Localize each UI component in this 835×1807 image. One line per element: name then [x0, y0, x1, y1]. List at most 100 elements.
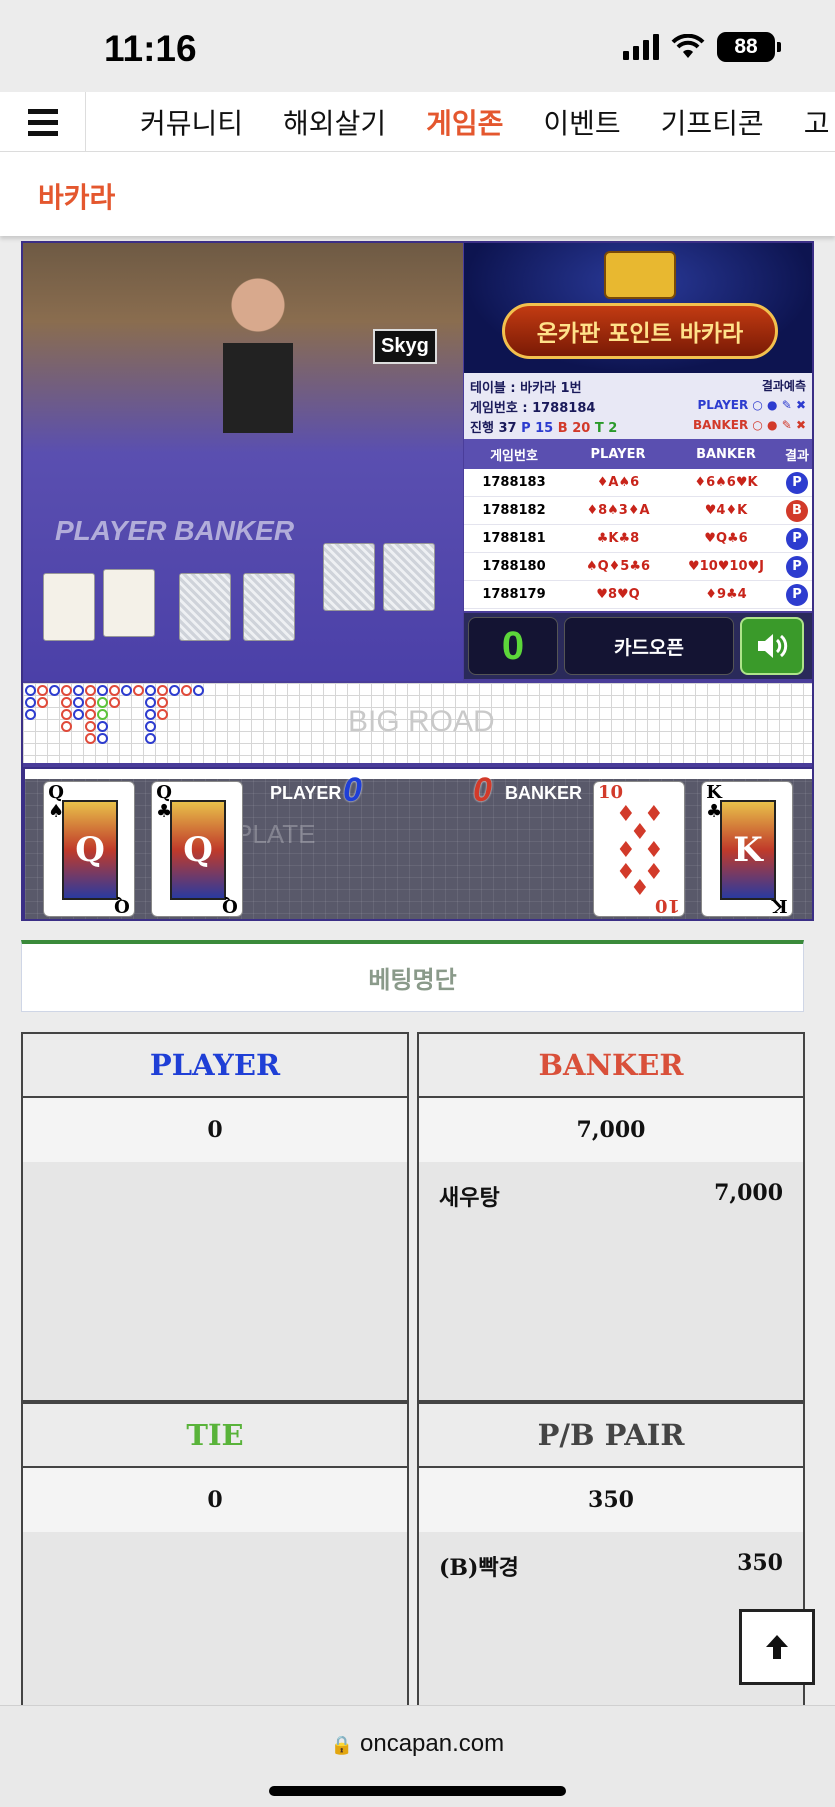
big-road-board: BIG ROAD — [23, 683, 812, 763]
nav-item-gifticon[interactable]: 기프티콘 — [661, 102, 764, 142]
cellular-signal-icon — [623, 34, 659, 60]
bead — [169, 685, 180, 696]
card-corner: K — [772, 895, 788, 916]
bead — [97, 697, 108, 708]
history-row: 1788179 ♥8♥Q ♦9♣4 P — [464, 581, 812, 609]
progress-label: 진행 37 — [470, 421, 517, 436]
result-badge: P — [786, 527, 808, 550]
banker-card-2: K ♣ K K — [701, 781, 793, 917]
card-face: Q — [170, 800, 226, 900]
card-open-button[interactable]: 카드오픈 — [564, 617, 734, 675]
betting-list-title: 베팅명단 — [21, 940, 804, 1012]
top-nav: 커뮤니티 해외살기 게임존 이벤트 기프티콘 고 — [0, 92, 835, 152]
banker-card-1: 10 ♦ ♦ ♦ ♦ ♦ ♦ ♦ ♦ 10 — [593, 781, 685, 917]
panel-title: PLAYER — [23, 1034, 407, 1098]
bead — [157, 685, 168, 696]
video-card — [103, 569, 155, 637]
bead-strip — [25, 769, 812, 779]
banker-score-label: BANKER — [505, 783, 583, 803]
promo-banner: 온카판 포인트 바카라 — [464, 243, 812, 373]
speaker-icon[interactable] — [740, 617, 804, 675]
bet-panel-player: PLAYER 0 — [21, 1032, 409, 1402]
nav-items: 커뮤니티 해외살기 게임존 이벤트 기프티콘 고 — [140, 92, 830, 151]
status-bar: 11:16 88 — [0, 0, 835, 92]
battery-icon: 88 — [717, 32, 781, 62]
result-badge: P — [786, 583, 808, 606]
history-game-no: 1788181 — [482, 531, 546, 546]
bead — [193, 685, 204, 696]
slot-machine-icon — [604, 251, 676, 299]
bead — [157, 697, 168, 708]
history-banker-cards: ♥4♦K — [704, 503, 748, 518]
bead — [109, 697, 120, 708]
game-controls: 0 카드오픈 — [464, 613, 812, 679]
banker-prediction[interactable]: BANKER ○ ● ✎ ✖ — [693, 418, 806, 432]
card-face: Q — [62, 800, 118, 900]
bead — [85, 721, 96, 732]
nav-item-overseas[interactable]: 해외살기 — [283, 102, 386, 142]
bead — [61, 721, 72, 732]
bead — [145, 709, 156, 720]
bet-amount: 7,000 — [714, 1180, 783, 1206]
home-indicator[interactable] — [269, 1786, 566, 1796]
bead — [157, 709, 168, 720]
history-game-no: 1788179 — [482, 587, 546, 602]
status-icons: 88 — [623, 32, 781, 62]
video-card-back — [179, 573, 231, 641]
history-game-no: 1788180 — [482, 559, 546, 574]
page-title: 바카라 — [38, 181, 116, 214]
live-video[interactable]: Skyg PLAYER BANKER — [23, 243, 463, 681]
bead — [145, 685, 156, 696]
nav-item-community[interactable]: 커뮤니티 — [140, 102, 243, 142]
card-corner: 10 — [598, 782, 624, 803]
history-header: 게임번호 PLAYER BANKER 결과 — [464, 439, 812, 469]
history-player-cards: ♣K♣8 — [596, 531, 640, 546]
felt-label: PLAYER BANKER — [55, 515, 295, 546]
bet-panel-banker: BANKER 7,000 새우탕 7,000 — [417, 1032, 805, 1402]
player-prediction[interactable]: PLAYER ○ ● ✎ ✖ — [698, 398, 806, 412]
plate-label: PLATE — [235, 819, 316, 849]
nav-item-gamezone[interactable]: 게임존 — [426, 102, 503, 142]
lock-icon: 🔒 — [330, 1735, 354, 1755]
bead — [85, 733, 96, 744]
bead — [61, 685, 72, 696]
page-header: 바카라 — [0, 152, 835, 236]
game-number: 게임번호 : 1788184 — [470, 401, 596, 416]
bead — [49, 685, 60, 696]
bead — [97, 733, 108, 744]
arrow-up-icon — [766, 1635, 788, 1659]
history-player-cards: ♠Q♦5♣6 — [585, 559, 651, 574]
bead — [97, 709, 108, 720]
scroll-top-button[interactable] — [739, 1609, 815, 1685]
bead — [25, 709, 36, 720]
url-text: oncapan.com — [360, 1730, 505, 1757]
prediction-title: 결과예측 — [761, 379, 806, 393]
bead — [97, 721, 108, 732]
history-row: 1788183 ♦A♠6 ♦6♠6♥K P — [464, 469, 812, 497]
bead — [73, 709, 84, 720]
card-corner: Q — [222, 895, 238, 916]
bead — [85, 685, 96, 696]
video-card-back — [323, 543, 375, 611]
panel-total: 350 — [419, 1468, 803, 1532]
bead — [85, 697, 96, 708]
bet-user: 새우탕 — [439, 1185, 500, 1211]
menu-icon[interactable] — [0, 92, 86, 151]
bead — [25, 685, 36, 696]
panel-title: P/B PAIR — [419, 1404, 803, 1468]
table-info: 테이블 : 바카라 1번 게임번호 : 1788184 진행 37 P 15 B… — [464, 373, 812, 439]
nav-item-more[interactable]: 고 — [804, 102, 830, 142]
history-player-cards: ♥8♥Q — [596, 587, 640, 602]
url-display[interactable]: 🔒 oncapan.com — [0, 1730, 835, 1758]
result-badge: B — [786, 499, 808, 522]
progress-counts: 진행 37 P 15 B 20 T 2 — [470, 417, 617, 436]
nav-item-event[interactable]: 이벤트 — [543, 102, 620, 142]
bead — [37, 697, 48, 708]
baccarat-game: Skyg PLAYER BANKER 온카판 포인트 바카라 테이블 : 바카라… — [21, 241, 814, 921]
bead — [25, 697, 36, 708]
result-badge: P — [786, 555, 808, 578]
banker-score: 0 — [473, 771, 492, 809]
bead — [97, 685, 108, 696]
history-game-no: 1788182 — [482, 503, 546, 518]
history-row: 1788182 ♦8♠3♦A ♥4♦K B — [464, 497, 812, 525]
